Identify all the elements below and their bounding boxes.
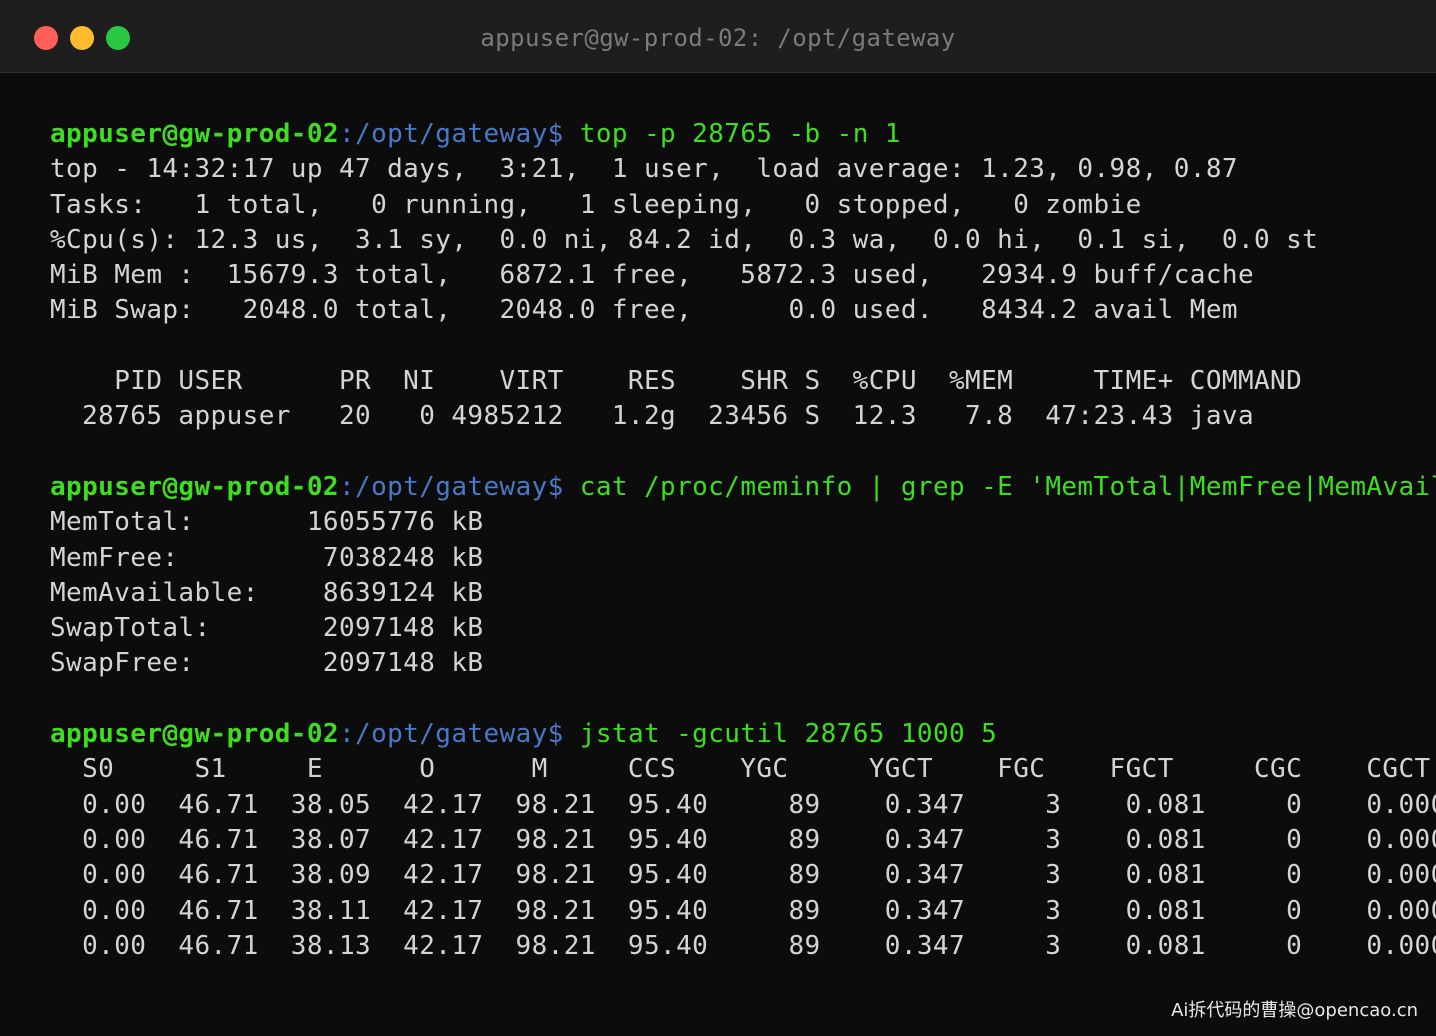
output-line: 0.00 46.71 38.11 42.17 98.21 95.40 89 0.… — [82, 895, 1436, 926]
output-line: 28765 appuser 20 0 4985212 1.2g 23456 S … — [50, 401, 1254, 432]
prompt-separator: : — [338, 471, 356, 502]
command-text: jstat -gcutil 28765 1000 5 — [579, 719, 998, 750]
prompt-symbol: $ — [547, 719, 580, 750]
prompt-userhost: appuser@gw-prod-02 — [50, 119, 339, 149]
title-bar: appuser@gw-prod-02: /opt/gateway — [0, 0, 1436, 73]
output-line: MiB Swap: 2048.0 total, 2048.0 free, 0.0… — [50, 295, 1238, 326]
output-line: %Cpu(s): 12.3 us, 3.1 sy, 0.0 ni, 84.2 i… — [50, 224, 1319, 255]
output-line: 0.00 46.71 38.07 42.17 98.21 95.40 89 0.… — [82, 824, 1436, 855]
command-text: top -p 28765 -b -n 1 — [579, 119, 901, 149]
output-line: 0.00 46.71 38.05 42.17 98.21 95.40 89 0.… — [82, 789, 1436, 820]
prompt-line: appuser@gw-prod-02:/opt/gateway$ top -p … — [50, 117, 1436, 152]
command-text: cat /proc/meminfo | grep -E 'MemTotal|Me… — [579, 471, 1436, 502]
prompt-separator: : — [338, 119, 356, 149]
output-line: SwapFree: 2097148 kB — [50, 648, 484, 679]
terminal-output[interactable]: appuser@gw-prod-02:/opt/gateway$ top -p … — [50, 117, 1436, 964]
output-line: S0 S1 E O M CCS YGC YGCT FGC FGCT CGC CG… — [50, 754, 1436, 785]
terminal-window: appuser@gw-prod-02: /opt/gateway appuser… — [0, 0, 1436, 1036]
output-line: top - 14:32:17 up 47 days, 3:21, 1 user,… — [50, 154, 1238, 185]
output-line: MemTotal: 16055776 kB — [50, 507, 484, 538]
prompt-path: /opt/gateway — [355, 471, 548, 502]
output-line: 0.00 46.71 38.09 42.17 98.21 95.40 89 0.… — [82, 860, 1436, 891]
prompt-path: /opt/gateway — [355, 719, 548, 750]
output-line: MemFree: 7038248 kB — [50, 542, 484, 573]
prompt-line: appuser@gw-prod-02:/opt/gateway$ cat /pr… — [50, 470, 1436, 505]
prompt-separator: : — [338, 719, 356, 750]
output-line: 0.00 46.71 38.13 42.17 98.21 95.40 89 0.… — [82, 930, 1436, 961]
prompt-symbol: $ — [547, 471, 580, 502]
output-line: MemAvailable: 8639124 kB — [50, 577, 484, 608]
window-title: appuser@gw-prod-02: /opt/gateway — [480, 24, 956, 52]
prompt-userhost: appuser@gw-prod-02 — [50, 719, 339, 750]
prompt-path: /opt/gateway — [355, 119, 548, 149]
output-line: MiB Mem : 15679.3 total, 6872.1 free, 58… — [50, 260, 1254, 291]
output-line: PID USER PR NI VIRT RES SHR S %CPU %MEM … — [50, 366, 1303, 397]
prompt-line: appuser@gw-prod-02:/opt/gateway$ jstat -… — [50, 717, 1436, 752]
watermark: Ai拆代码的曹操@opencao.cn — [1171, 1000, 1418, 1021]
output-line: Tasks: 1 total, 0 running, 1 sleeping, 0… — [50, 189, 1142, 220]
prompt-userhost: appuser@gw-prod-02 — [50, 471, 339, 502]
prompt-symbol: $ — [547, 119, 580, 149]
output-line: SwapTotal: 2097148 kB — [50, 613, 484, 644]
